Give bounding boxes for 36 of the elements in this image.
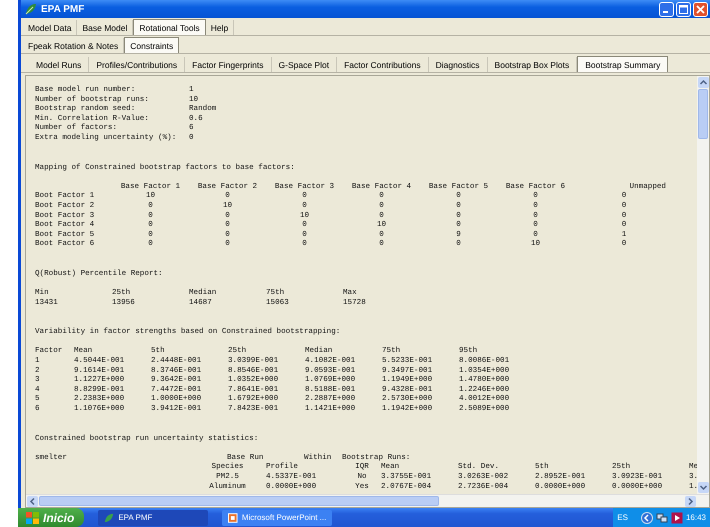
sub-tab[interactable]: Constraints bbox=[124, 37, 180, 53]
minimize-icon bbox=[663, 11, 668, 13]
minimize-button[interactable] bbox=[659, 2, 674, 16]
view-tab[interactable]: Factor Contributions bbox=[337, 57, 429, 72]
view-tab[interactable]: Bootstrap Summary bbox=[577, 56, 668, 72]
start-button[interactable]: Inicio bbox=[18, 508, 84, 527]
network-icon[interactable] bbox=[656, 512, 668, 524]
taskbar-button[interactable]: Microsoft PowerPoint ... bbox=[222, 510, 332, 526]
window-title: EPA PMF bbox=[41, 4, 84, 14]
menu-tab[interactable]: Help bbox=[206, 20, 234, 35]
scroll-down-icon[interactable] bbox=[698, 482, 708, 493]
close-button[interactable] bbox=[693, 2, 708, 16]
slide-app-icon bbox=[228, 512, 238, 522]
view-tab[interactable]: G-Space Plot bbox=[272, 57, 338, 72]
close-icon bbox=[696, 4, 705, 14]
taskbar-button[interactable]: EPA PMF bbox=[98, 510, 208, 526]
scroll-up-icon[interactable] bbox=[698, 77, 708, 88]
leaf-icon bbox=[104, 512, 114, 522]
scroll-thumb[interactable] bbox=[698, 89, 708, 139]
windows-logo-icon bbox=[26, 512, 39, 524]
menu-tab[interactable]: Rotational Tools bbox=[133, 19, 206, 35]
view-tab[interactable]: Profiles/Contributions bbox=[89, 57, 186, 72]
leaf-icon bbox=[25, 3, 37, 15]
maximize-icon bbox=[679, 4, 688, 14]
maximize-button[interactable] bbox=[676, 2, 691, 16]
horizontal-scrollbar[interactable] bbox=[26, 494, 709, 507]
media-icon[interactable] bbox=[670, 512, 683, 524]
vertical-scrollbar[interactable] bbox=[697, 76, 709, 494]
view-tab[interactable]: Factor Fingerprints bbox=[185, 57, 272, 72]
view-tab[interactable]: Diagnostics bbox=[428, 57, 488, 72]
view-tab[interactable]: Model Runs bbox=[29, 57, 90, 72]
scroll-thumb[interactable] bbox=[39, 496, 439, 506]
scroll-right-icon[interactable] bbox=[685, 496, 696, 506]
scroll-left-icon[interactable] bbox=[27, 496, 38, 506]
clock: 16:43 bbox=[686, 513, 706, 522]
menu-tab[interactable]: Model Data bbox=[23, 20, 78, 35]
